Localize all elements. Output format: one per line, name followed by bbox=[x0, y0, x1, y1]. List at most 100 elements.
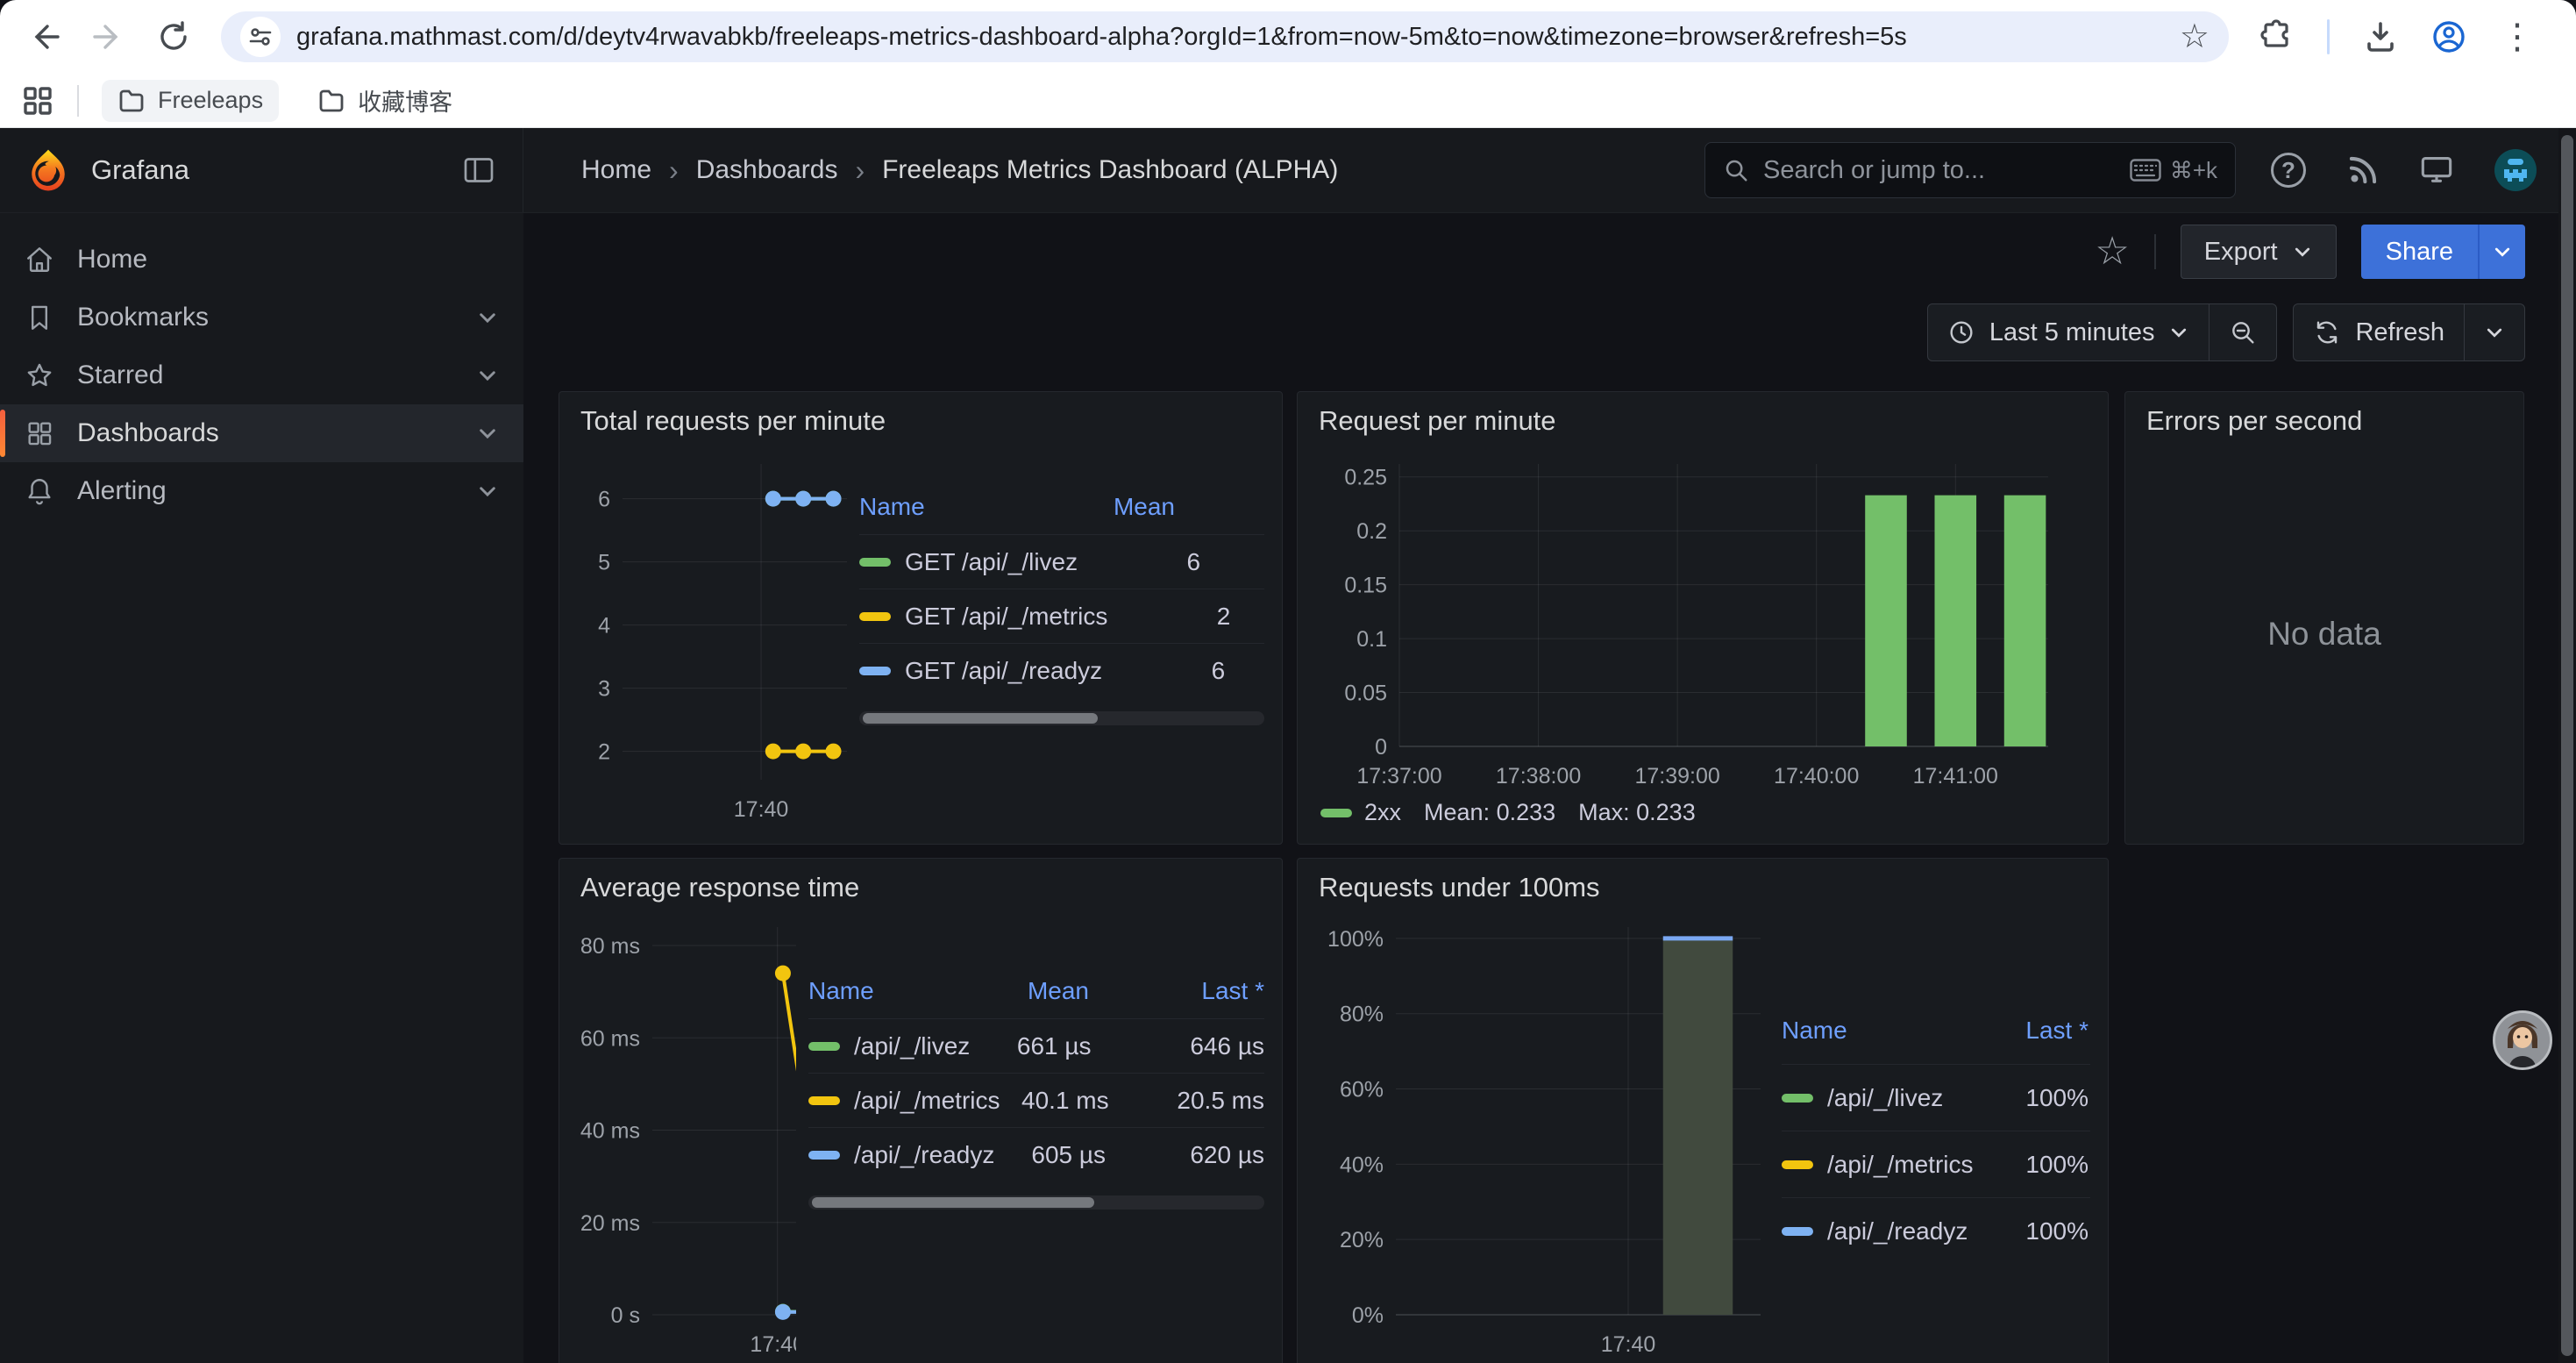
sidebar-item-label: Home bbox=[77, 245, 147, 275]
series-swatch bbox=[1782, 1227, 1813, 1236]
legend-row[interactable]: /api/_/readyz605 µs620 µs bbox=[808, 1127, 1264, 1181]
grafana-logo[interactable] bbox=[26, 148, 70, 192]
bookmark-star-icon[interactable]: ☆ bbox=[2180, 20, 2210, 54]
legend-scrollbar[interactable] bbox=[808, 1195, 1264, 1210]
breadcrumb-dashboards[interactable]: Dashboards bbox=[696, 155, 838, 185]
total-requests-chart[interactable]: 2345617:40 bbox=[577, 450, 847, 832]
download-icon[interactable] bbox=[2363, 19, 2398, 54]
legend-column-header[interactable]: Name bbox=[1782, 1017, 1975, 1045]
legend-row[interactable]: GET /api/_/metrics2 bbox=[859, 589, 1264, 643]
share-split-button: Share bbox=[2361, 225, 2525, 279]
series-name: /api/_/readyz bbox=[1827, 1217, 1968, 1245]
request-per-minute-chart[interactable]: 00.050.10.150.20.2517:37:0017:38:0017:39… bbox=[1315, 450, 2090, 794]
url-text[interactable]: grafana.mathmast.com/d/deytv4rwavabkb/fr… bbox=[296, 23, 2164, 52]
sidebar: Home Bookmarks Starred Dashboards Alerti… bbox=[0, 213, 523, 1363]
browser-toolbar: grafana.mathmast.com/d/deytv4rwavabkb/fr… bbox=[0, 0, 2576, 74]
legend-inline[interactable]: 2xx Mean: 0.233 Max: 0.233 bbox=[1315, 794, 1696, 826]
avg-response-time-chart[interactable]: 0 s20 ms40 ms60 ms80 ms17:40 bbox=[577, 917, 796, 1360]
sidebar-item-alerting[interactable]: Alerting bbox=[0, 462, 523, 520]
bookmark-folder-freeleaps[interactable]: Freeleaps bbox=[102, 80, 279, 122]
refresh-group: Refresh bbox=[2293, 303, 2525, 361]
refresh-button[interactable]: Refresh bbox=[2294, 304, 2464, 360]
sidebar-item-starred[interactable]: Starred bbox=[0, 346, 523, 404]
reload-icon[interactable] bbox=[156, 19, 191, 54]
legend-row[interactable]: /api/_/livez661 µs646 µs bbox=[808, 1018, 1264, 1073]
zoom-out-button[interactable] bbox=[2209, 304, 2276, 360]
series-name: /api/_/metrics bbox=[854, 1087, 1000, 1115]
breadcrumb-separator: › bbox=[855, 154, 865, 187]
svg-text:17:40: 17:40 bbox=[750, 1332, 796, 1357]
sidebar-item-dashboards[interactable]: Dashboards bbox=[0, 404, 523, 462]
bookmark-folder-blogs[interactable]: 收藏博客 bbox=[302, 76, 468, 125]
requests-under-100ms-chart[interactable]: 0%20%40%60%80%100%17:40 bbox=[1315, 917, 1761, 1360]
legend-column-header[interactable]: Last * bbox=[1089, 977, 1264, 1005]
share-dropdown-button[interactable] bbox=[2478, 225, 2525, 279]
series-name: /api/_/metrics bbox=[1827, 1151, 1974, 1179]
panel-title[interactable]: Errors per second bbox=[2125, 392, 2523, 450]
legend-scrollbar[interactable] bbox=[859, 711, 1264, 725]
help-icon[interactable]: ? bbox=[2271, 153, 2306, 188]
legend-row[interactable]: /api/_/metrics100% bbox=[1782, 1131, 2090, 1197]
back-icon[interactable] bbox=[26, 19, 61, 54]
panel-title[interactable]: Average response time bbox=[559, 859, 1282, 917]
extensions-icon[interactable] bbox=[2259, 19, 2294, 54]
bookmark-icon bbox=[25, 303, 54, 332]
panel-errors-per-second: Errors per second No data bbox=[2124, 391, 2524, 845]
series-swatch bbox=[859, 612, 891, 621]
forward-icon[interactable] bbox=[91, 19, 126, 54]
svg-text:80 ms: 80 ms bbox=[580, 934, 640, 959]
legend-row[interactable]: /api/_/livez100% bbox=[1782, 1064, 2090, 1131]
favorite-star-icon[interactable]: ☆ bbox=[2095, 232, 2129, 271]
sidebar-item-bookmarks[interactable]: Bookmarks bbox=[0, 289, 523, 346]
breadcrumb-home[interactable]: Home bbox=[581, 155, 651, 185]
legend-row[interactable]: GET /api/_/livez6 bbox=[859, 534, 1264, 589]
search-input[interactable]: Search or jump to... ⌘+k bbox=[1704, 142, 2236, 198]
display-icon[interactable] bbox=[2420, 153, 2453, 187]
share-button[interactable]: Share bbox=[2361, 225, 2478, 279]
legend-row[interactable]: /api/_/metrics40.1 ms20.5 ms bbox=[808, 1073, 1264, 1127]
brand-name[interactable]: Grafana bbox=[91, 154, 189, 186]
legend-row[interactable]: GET /api/_/readyz6 bbox=[859, 643, 1264, 697]
legend-column-header[interactable]: Mean bbox=[966, 977, 1089, 1005]
legend-column-header[interactable]: Name bbox=[808, 977, 966, 1005]
panel-title[interactable]: Total requests per minute bbox=[559, 392, 1282, 450]
svg-text:40 ms: 40 ms bbox=[580, 1119, 640, 1144]
page-scrollbar[interactable] bbox=[2558, 128, 2576, 1363]
chevron-down-icon[interactable] bbox=[476, 422, 499, 445]
folder-icon bbox=[117, 87, 146, 115]
user-avatar[interactable] bbox=[2494, 148, 2537, 192]
floating-assistant-avatar[interactable] bbox=[2493, 1010, 2552, 1070]
breadcrumb-current: Freeleaps Metrics Dashboard (ALPHA) bbox=[882, 155, 1338, 185]
svg-text:60 ms: 60 ms bbox=[580, 1026, 640, 1051]
legend-column-header[interactable]: Name bbox=[859, 493, 1052, 521]
panel-title[interactable]: Request per minute bbox=[1298, 392, 2108, 450]
panel-title[interactable]: Requests under 100ms bbox=[1298, 859, 2108, 917]
legend-column-header[interactable]: Last * bbox=[1975, 1017, 2089, 1045]
site-settings-icon[interactable] bbox=[240, 17, 281, 57]
apps-grid-icon[interactable] bbox=[21, 84, 54, 118]
svg-text:17:37:00: 17:37:00 bbox=[1356, 764, 1441, 789]
svg-text:6: 6 bbox=[598, 488, 610, 512]
profile-icon[interactable] bbox=[2431, 19, 2466, 54]
rss-icon[interactable] bbox=[2346, 153, 2380, 187]
search-shortcut: ⌘+k bbox=[2130, 157, 2217, 184]
svg-text:60%: 60% bbox=[1340, 1078, 1384, 1103]
bookmarks-bar: Freeleaps 收藏博客 bbox=[0, 74, 2576, 128]
legend-row[interactable]: /api/_/readyz100% bbox=[1782, 1197, 2090, 1264]
chevron-down-icon[interactable] bbox=[476, 480, 499, 503]
sidebar-item-label: Bookmarks bbox=[77, 303, 209, 332]
url-bar[interactable]: grafana.mathmast.com/d/deytv4rwavabkb/fr… bbox=[221, 11, 2229, 62]
svg-text:5: 5 bbox=[598, 551, 610, 575]
chevron-down-icon[interactable] bbox=[476, 364, 499, 387]
chevron-down-icon[interactable] bbox=[476, 306, 499, 329]
sidebar-item-home[interactable]: Home bbox=[0, 231, 523, 289]
menu-icon[interactable]: ⋮ bbox=[2500, 19, 2535, 54]
scrollbar-thumb[interactable] bbox=[2561, 135, 2573, 1356]
megamenu-toggle-icon[interactable] bbox=[461, 153, 496, 188]
export-button[interactable]: Export bbox=[2181, 225, 2337, 279]
legend-column-header[interactable]: Mean bbox=[1052, 493, 1175, 521]
series-name: /api/_/livez bbox=[854, 1032, 970, 1060]
clock-icon bbox=[1947, 318, 1975, 346]
time-range-picker[interactable]: Last 5 minutes bbox=[1928, 304, 2210, 360]
refresh-interval-dropdown[interactable] bbox=[2464, 304, 2524, 360]
